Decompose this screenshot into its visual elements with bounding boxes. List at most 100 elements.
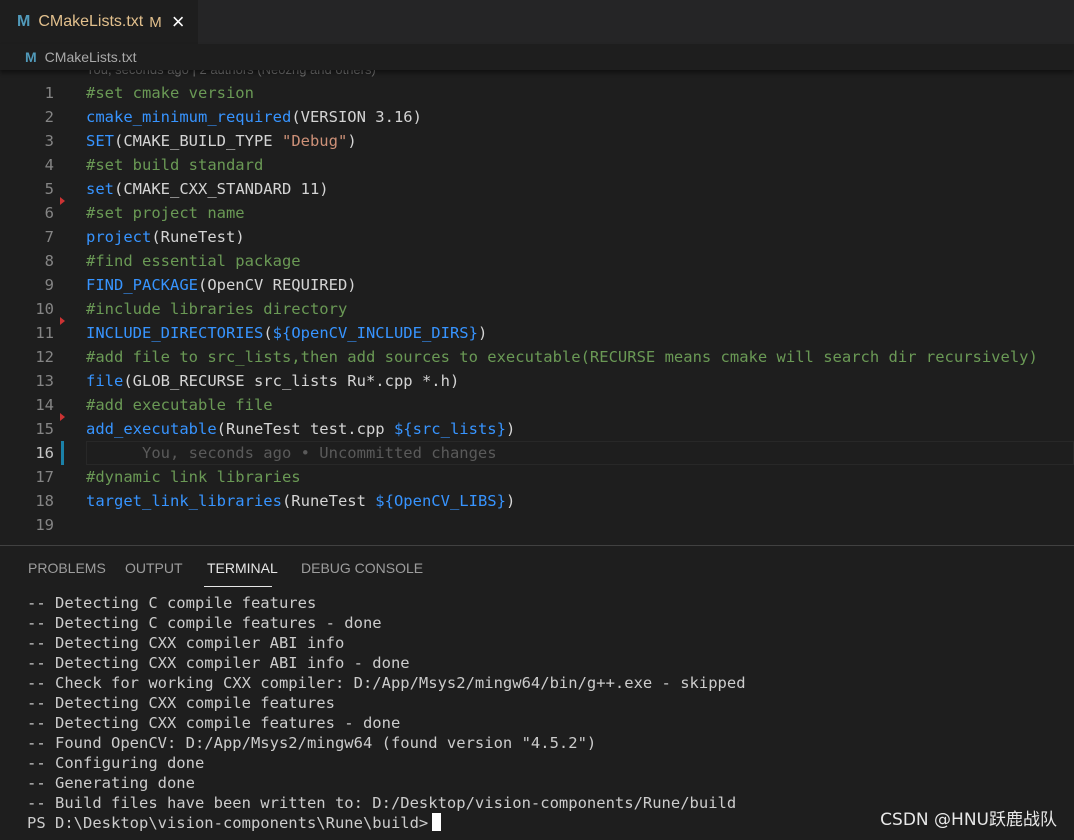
code-token: ) <box>347 132 357 150</box>
code-line[interactable]: 13 file(GLOB_RECURSE src_lists Ru*.cpp *.… <box>0 369 1074 393</box>
code-text: #set project name <box>86 201 245 225</box>
code-text: add_executable(RuneTest test.cpp ${src_l… <box>86 417 515 441</box>
line-number: 7 <box>44 228 54 246</box>
terminal-output[interactable]: -- Detecting C compile features -- Detect… <box>27 593 746 833</box>
code-token: (GLOB_RECURSE src_lists Ru*.cpp *.h) <box>123 372 460 390</box>
tab-file-name: CMakeLists.txt <box>38 13 144 30</box>
code-token: FIND_PACKAGE <box>86 276 198 294</box>
bottom-panel: PROBLEMS OUTPUT TERMINAL DEBUG CONSOLE -- D… <box>0 545 1074 840</box>
code-line[interactable]: 10 #include libraries directory <box>0 297 1074 321</box>
code-line[interactable]: 17 #dynamic link libraries <box>0 465 1074 489</box>
panel-tab-output[interactable]: OUTPUT <box>125 560 183 576</box>
git-deletion-marker-icon[interactable] <box>60 197 65 205</box>
code-text: You, seconds ago • Uncommitted changes <box>86 441 497 465</box>
git-deletion-marker-icon[interactable] <box>60 317 65 325</box>
active-tab-underline <box>204 586 272 587</box>
code-text: project(RuneTest) <box>86 225 245 249</box>
code-token: #dynamic link libraries <box>86 468 301 486</box>
panel-tab-problems[interactable]: PROBLEMS <box>28 560 106 576</box>
code-line[interactable]: 6 #set project name <box>0 201 1074 225</box>
code-line[interactable]: 11 INCLUDE_DIRECTORIES(${OpenCV_INCLUDE_D… <box>0 321 1074 345</box>
line-number: 10 <box>35 300 54 318</box>
code-token: (CMAKE_BUILD_TYPE <box>114 132 282 150</box>
code-line[interactable]: 4 #set build standard <box>0 153 1074 177</box>
code-text: #dynamic link libraries <box>86 465 301 489</box>
editor-tab-cmakelists[interactable]: M CMakeLists.txt M × <box>0 0 198 44</box>
code-line[interactable]: 9 FIND_PACKAGE(OpenCV REQUIRED) <box>0 273 1074 297</box>
terminal-line: -- Build files have been written to: D:/… <box>27 794 737 812</box>
code-token: (RuneTest <box>281 492 376 510</box>
watermark: CSDN @HNU跃鹿战队 <box>880 810 1057 830</box>
terminal-line: -- Detecting CXX compile features - done <box>27 714 401 732</box>
code-token: #find essential package <box>86 252 301 270</box>
code-line[interactable]: 3 SET(CMAKE_BUILD_TYPE "Debug") <box>0 129 1074 153</box>
code-line[interactable]: 2 cmake_minimum_required(VERSION 3.16) <box>0 105 1074 129</box>
code-line[interactable]: 1 #set cmake version <box>0 81 1074 105</box>
code-token: #add executable file <box>86 396 273 414</box>
panel-tabs: PROBLEMS OUTPUT TERMINAL DEBUG CONSOLE <box>0 546 1074 588</box>
code-token: #include libraries directory <box>86 300 348 318</box>
code-text: cmake_minimum_required(VERSION 3.16) <box>86 105 422 129</box>
code-token: (CMAKE_CXX_STANDARD 11) <box>114 180 329 198</box>
code-token: cmake_minimum_required <box>86 108 292 126</box>
prompt-text: PS D:\Desktop\vision-components\Rune\bui… <box>27 814 429 832</box>
line-number: 4 <box>44 156 54 174</box>
code-token: (RuneTest) <box>151 228 245 246</box>
panel-tab-debug-console[interactable]: DEBUG CONSOLE <box>301 560 423 576</box>
code-line[interactable]: 5 set(CMAKE_CXX_STANDARD 11) <box>0 177 1074 201</box>
code-editor[interactable]: 1 #set cmake version 2 cmake_minimum_requir… <box>0 81 1074 543</box>
line-number: 8 <box>44 252 54 270</box>
git-change-indicator[interactable] <box>61 441 64 465</box>
code-text: #find essential package <box>86 249 301 273</box>
line-number: 18 <box>35 492 54 510</box>
panel-tab-terminal[interactable]: TERMINAL <box>207 560 278 576</box>
code-token: set <box>86 180 114 198</box>
terminal-line: -- Detecting CXX compiler ABI info <box>27 634 345 652</box>
terminal-line: -- Configuring done <box>27 754 205 772</box>
code-line[interactable]: 19 <box>0 513 1074 537</box>
code-text: INCLUDE_DIRECTORIES(${OpenCV_INCLUDE_DIR… <box>86 321 487 345</box>
line-number: 19 <box>35 516 54 534</box>
code-token: ) <box>505 420 516 438</box>
code-token: ) <box>477 324 488 342</box>
line-number: 2 <box>44 108 54 126</box>
code-text: file(GLOB_RECURSE src_lists Ru*.cpp *.h) <box>86 369 459 393</box>
terminal-cursor <box>432 813 442 831</box>
line-number: 6 <box>44 204 54 222</box>
git-deletion-marker-icon[interactable] <box>60 413 65 421</box>
code-line[interactable]: 14 #add executable file <box>0 393 1074 417</box>
code-token: project <box>86 228 152 246</box>
close-icon[interactable]: × <box>172 11 185 33</box>
terminal-prompt[interactable]: PS D:\Desktop\vision-components\Rune\bui… <box>27 813 746 833</box>
line-number: 9 <box>44 276 54 294</box>
modified-badge: M <box>149 13 162 31</box>
code-text: target_link_libraries(RuneTest ${OpenCV_… <box>86 489 515 513</box>
code-line[interactable]: 7 project(RuneTest) <box>0 225 1074 249</box>
code-token: ${OpenCV_INCLUDE_DIRS} <box>272 324 478 342</box>
code-token: file <box>86 372 124 390</box>
terminal-line: -- Detecting CXX compile features <box>27 694 335 712</box>
line-number: 11 <box>35 324 54 342</box>
line-number: 15 <box>35 420 54 438</box>
code-text: #include libraries directory <box>86 297 347 321</box>
code-line[interactable]: 12 #add file to src_lists,then add source… <box>0 345 1074 369</box>
code-token: #set build standard <box>86 156 264 174</box>
cmake-file-icon: M <box>25 49 37 65</box>
breadcrumb: M CMakeLists.txt <box>0 44 1074 70</box>
code-line[interactable]: 15 add_executable(RuneTest test.cpp ${src… <box>0 417 1074 441</box>
terminal-line: -- Detecting C compile features - done <box>27 614 382 632</box>
code-text: #add executable file <box>86 393 273 417</box>
code-line[interactable]: 18 target_link_libraries(RuneTest ${OpenC… <box>0 489 1074 513</box>
code-token: #set project name <box>86 204 245 222</box>
breadcrumb-file[interactable]: CMakeLists.txt <box>45 49 137 65</box>
code-token: #add file to src_lists,then add sources … <box>86 348 1038 366</box>
code-line[interactable]: 8 #find essential package <box>0 249 1074 273</box>
line-number: 14 <box>35 396 54 414</box>
line-number: 16 <box>35 444 54 462</box>
code-token: "Debug" <box>281 132 348 150</box>
code-line[interactable]: 16 You, seconds ago • Uncommitted change… <box>0 441 1074 465</box>
terminal-line: -- Detecting C compile features <box>27 594 317 612</box>
code-text: #add file to src_lists,then add sources … <box>86 345 1038 369</box>
code-text: #set build standard <box>86 153 263 177</box>
line-number: 5 <box>44 180 54 198</box>
